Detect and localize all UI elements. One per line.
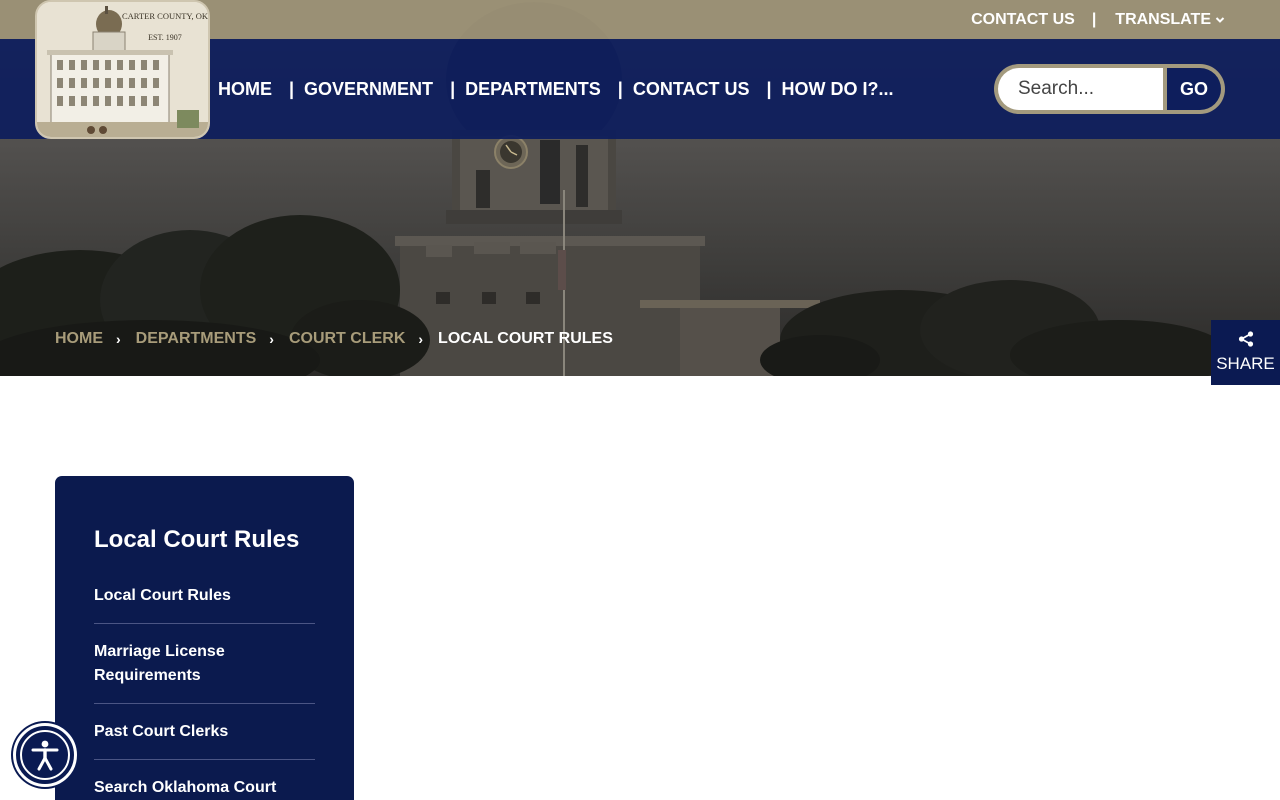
courthouse-illustration xyxy=(37,2,208,137)
logo-established: EST. 1907 xyxy=(148,33,182,42)
nav-separator: | xyxy=(450,78,456,99)
breadcrumb: HOME › DEPARTMENTS › COURT CLERK › LOCAL… xyxy=(55,330,613,348)
page: CONTACT US | TRANSLATE CARTER COUNTY, OK… xyxy=(0,0,1280,800)
search-input[interactable] xyxy=(998,68,1163,110)
chevron-right-icon: › xyxy=(418,331,424,347)
nav-departments[interactable]: DEPARTMENTS xyxy=(465,79,601,100)
sidebar-item-local-court-rules[interactable]: Local Court Rules xyxy=(94,584,315,624)
sidebar-title: Local Court Rules xyxy=(94,526,300,553)
nav-separator: | xyxy=(617,78,623,99)
share-label: SHARE xyxy=(1216,354,1275,373)
breadcrumb-court-clerk[interactable]: COURT CLERK xyxy=(289,330,405,348)
sidebar-item-search-oklahoma-court[interactable]: Search Oklahoma Court xyxy=(94,760,315,800)
share-icon xyxy=(1238,331,1253,347)
sidebar-nav: Local Court Rules Local Court Rules Marr… xyxy=(55,476,354,800)
share-button[interactable]: SHARE xyxy=(1211,320,1280,385)
utility-links: CONTACT US | TRANSLATE xyxy=(971,0,1225,39)
search-go-button[interactable]: GO xyxy=(1167,68,1221,110)
nav-contact-us[interactable]: CONTACT US xyxy=(633,79,750,100)
breadcrumb-home[interactable]: HOME xyxy=(55,330,103,348)
nav-government[interactable]: GOVERNMENT xyxy=(304,79,433,100)
primary-navigation: HOME | GOVERNMENT | DEPARTMENTS | CONTAC… xyxy=(218,39,894,139)
sidebar-item-marriage-license[interactable]: Marriage License Requirements xyxy=(94,624,315,704)
search-box: GO xyxy=(994,64,1225,114)
breadcrumb-departments[interactable]: DEPARTMENTS xyxy=(136,330,257,348)
chevron-down-icon xyxy=(1215,16,1225,23)
breadcrumb-current: LOCAL COURT RULES xyxy=(438,330,613,347)
sidebar-item-past-court-clerks[interactable]: Past Court Clerks xyxy=(94,704,315,760)
nav-how-do-i[interactable]: HOW DO I?... xyxy=(782,79,894,100)
chevron-right-icon: › xyxy=(116,331,121,347)
accessibility-ring xyxy=(20,730,70,780)
chevron-right-icon: › xyxy=(269,331,274,347)
nav-separator: | xyxy=(289,78,295,99)
translate-dropdown[interactable]: TRANSLATE xyxy=(1115,11,1225,29)
utility-separator: | xyxy=(1091,10,1097,28)
utility-contact-link[interactable]: CONTACT US xyxy=(971,11,1075,29)
logo-county-name: CARTER COUNTY, OK xyxy=(122,11,208,21)
nav-separator: | xyxy=(766,78,772,99)
county-logo[interactable]: CARTER COUNTY, OK EST. 1907 xyxy=(35,0,210,139)
accessibility-button[interactable] xyxy=(13,723,77,787)
nav-home[interactable]: HOME xyxy=(218,79,272,100)
translate-label: TRANSLATE xyxy=(1115,10,1211,28)
accessibility-icon xyxy=(31,740,59,771)
